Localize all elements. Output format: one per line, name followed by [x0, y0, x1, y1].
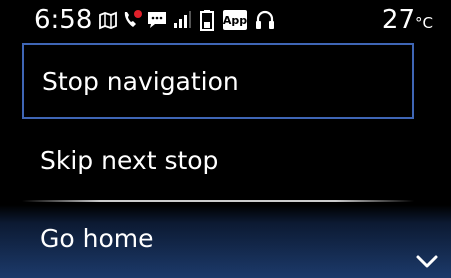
map-icon [99, 11, 117, 30]
menu-item-label: Stop navigation [42, 66, 239, 96]
status-bar: 6:58 App 27°C [0, 0, 451, 40]
phone-missed-icon [124, 10, 142, 27]
menu-item-label: Go home [40, 223, 154, 253]
app-badge-icon: App [223, 10, 247, 30]
signal-icon [174, 11, 191, 28]
chevron-down-icon[interactable] [415, 254, 439, 270]
menu-item-skip-next-stop[interactable]: Skip next stop [22, 122, 414, 198]
menu-item-go-home[interactable]: Go home [22, 205, 414, 271]
divider [22, 200, 414, 202]
temperature: 27°C [381, 5, 433, 35]
menu-item-stop-navigation[interactable]: Stop navigation [22, 43, 414, 119]
battery-icon [200, 10, 214, 31]
menu-item-label: Skip next stop [40, 145, 219, 175]
message-icon [148, 12, 166, 28]
clock: 6:58 [34, 5, 93, 35]
headset-icon [256, 10, 274, 29]
